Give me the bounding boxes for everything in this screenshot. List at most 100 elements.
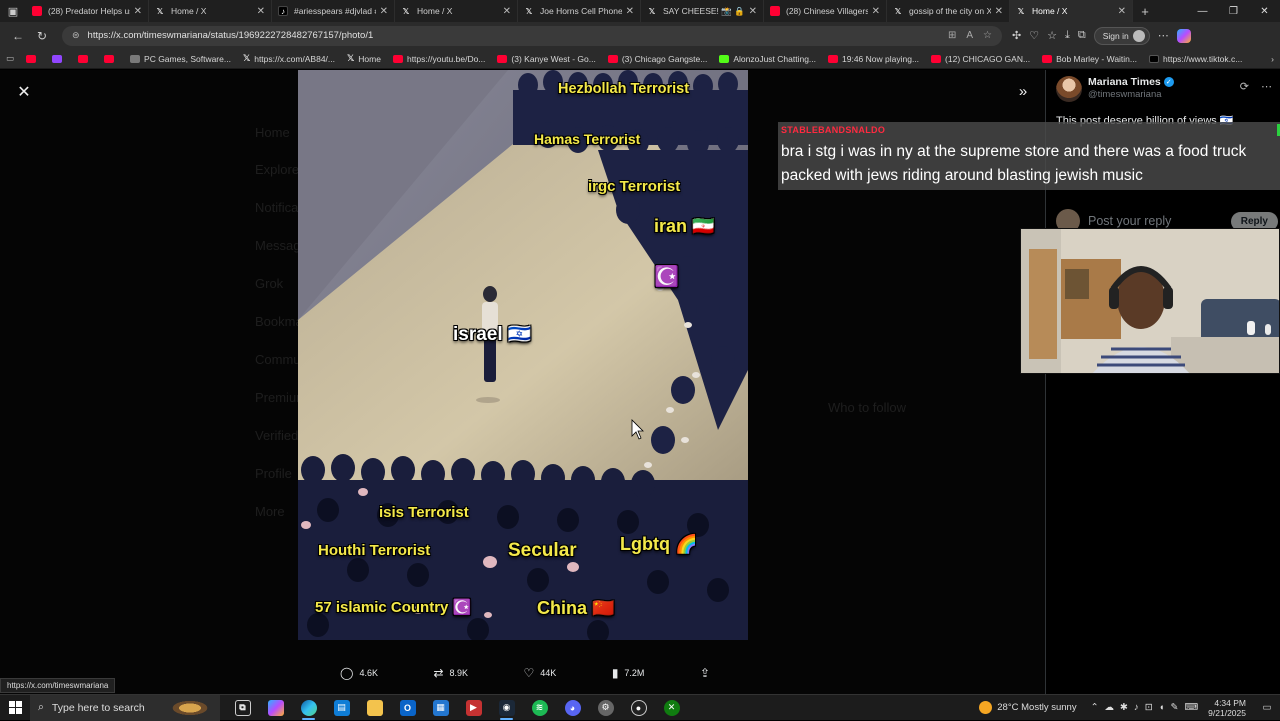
weather-widget[interactable]: 28°C Mostly sunny bbox=[979, 701, 1077, 714]
collections-icon[interactable]: ⧉ bbox=[1078, 29, 1086, 42]
outlook-icon[interactable]: O bbox=[391, 695, 424, 721]
like-button[interactable]: ♡ 44K bbox=[524, 666, 557, 680]
minimize-icon[interactable]: — bbox=[1187, 0, 1218, 22]
browser-tab[interactable]: 𝕏gossip of the city on X ✕ bbox=[887, 0, 1010, 22]
bookmark-item[interactable]: (12) CHICAGO GAN... bbox=[931, 54, 1030, 64]
browser-tab[interactable]: (28) Chinese Villagers ✕ bbox=[764, 0, 887, 22]
language-icon[interactable]: ⌨ bbox=[1184, 702, 1198, 713]
refresh-icon[interactable]: ↻ bbox=[30, 25, 54, 47]
discord-icon[interactable]: ◕ bbox=[556, 695, 589, 721]
volume-icon[interactable]: ◖ bbox=[1159, 702, 1165, 713]
x-icon: 𝕏 bbox=[648, 6, 656, 16]
bookmarks-more-icon[interactable]: › bbox=[1271, 54, 1274, 64]
task-view-icon[interactable]: ⧉ bbox=[226, 695, 259, 721]
spotify-icon[interactable]: ≋ bbox=[523, 695, 556, 721]
post-image[interactable]: Hezbollah Terrorist Hamas Terrorist irgc… bbox=[298, 70, 748, 640]
tab-close-icon[interactable]: ✕ bbox=[1118, 6, 1126, 17]
reply-button[interactable]: ◯ 4.6K bbox=[340, 666, 378, 680]
copilot-taskbar-icon[interactable] bbox=[259, 695, 292, 721]
author-handle[interactable]: @timeswmariana bbox=[1088, 89, 1174, 100]
close-icon[interactable]: ✕ bbox=[14, 82, 34, 102]
bookmark-bar-toggle-icon[interactable]: ▭ bbox=[6, 53, 14, 64]
bookmark-item[interactable]: https://youtu.be/Do... bbox=[392, 54, 485, 64]
pen-icon[interactable]: ✎ bbox=[1170, 702, 1178, 713]
onedrive-icon[interactable]: ☁ bbox=[1105, 702, 1115, 713]
more-options-icon[interactable]: ⋯ bbox=[1261, 80, 1272, 93]
bookmark-item[interactable] bbox=[26, 54, 40, 63]
tab-close-icon[interactable]: ✕ bbox=[134, 6, 142, 17]
bookmark-item[interactable] bbox=[52, 54, 66, 63]
bookmark-item[interactable]: AlonzoJust Chatting... bbox=[719, 54, 816, 64]
back-arrow-icon[interactable]: ← bbox=[6, 25, 30, 47]
tab-actions-menu-icon[interactable]: ▣ bbox=[0, 0, 26, 22]
tab-close-icon[interactable]: ✕ bbox=[872, 6, 880, 17]
bookmark-item[interactable]: (3) Chicago Gangste... bbox=[607, 54, 707, 64]
settings-app-icon[interactable]: ⚙ bbox=[589, 695, 622, 721]
browser-tab[interactable]: (28) Predator Helps us ✕ bbox=[26, 0, 149, 22]
clock[interactable]: 4:34 PM 9/21/2025 bbox=[1208, 698, 1246, 718]
bookmark-item[interactable]: https://www.tiktok.c... bbox=[1149, 54, 1242, 64]
more-menu-icon[interactable]: ⋯ bbox=[1158, 29, 1169, 42]
network-icon[interactable]: ⊡ bbox=[1145, 702, 1153, 713]
site-info-icon[interactable]: ⊜ bbox=[72, 30, 80, 41]
media-app-icon[interactable]: ▶ bbox=[457, 695, 490, 721]
tab-close-icon[interactable]: ✕ bbox=[749, 6, 757, 17]
repost-button[interactable]: ⇄ 8.9K bbox=[433, 666, 468, 680]
restore-icon[interactable]: ❐ bbox=[1218, 0, 1249, 22]
extensions-icon[interactable]: ✣ bbox=[1012, 29, 1021, 42]
bookmark-item[interactable]: 19:46 Now playing... bbox=[828, 54, 919, 64]
obs-icon[interactable]: ● bbox=[622, 695, 655, 721]
sign-in-button[interactable]: Sign in bbox=[1093, 26, 1150, 45]
browser-tab[interactable]: 𝕏 Home / X ✕ bbox=[1010, 0, 1133, 22]
bookmark-item[interactable]: 𝕏https://x.com/AB84/... bbox=[243, 53, 335, 64]
taskbar-search-box[interactable]: ⌕ Type here to search bbox=[30, 694, 220, 721]
url-field[interactable]: ⊜ https://x.com/timeswmariana/status/196… bbox=[62, 25, 1002, 46]
microphone-icon[interactable]: ♪ bbox=[1134, 702, 1139, 713]
tab-close-icon[interactable]: ✕ bbox=[503, 6, 511, 17]
close-window-icon[interactable]: ✕ bbox=[1249, 0, 1280, 22]
browser-tab[interactable]: 𝕏 SAY CHEESE! 📸 🔒 on ✕ bbox=[641, 0, 764, 22]
browser-tab[interactable]: 𝕏 Home / X ✕ bbox=[395, 0, 518, 22]
tab-close-icon[interactable]: ✕ bbox=[380, 6, 388, 17]
browser-tab[interactable]: 𝕏 Joe Horns Cell Phone c ✕ bbox=[518, 0, 641, 22]
edge-browser-icon[interactable] bbox=[292, 695, 325, 721]
bookmark-item[interactable]: (3) Kanye West - Go... bbox=[497, 54, 596, 64]
grok-icon[interactable]: ⟳ bbox=[1240, 80, 1249, 93]
views-button[interactable]: ▮ 7.2M bbox=[612, 666, 645, 680]
bookmark-item[interactable]: PC Games, Software... bbox=[130, 54, 231, 64]
app-available-icon[interactable]: ⊞ bbox=[948, 30, 956, 41]
bookmark-item[interactable]: 𝕏 Home bbox=[347, 53, 381, 64]
tab-title: (28) Chinese Villagers bbox=[786, 6, 868, 16]
browser-essentials-icon[interactable]: ♡ bbox=[1029, 29, 1039, 42]
downloads-icon[interactable]: ⤓ bbox=[1065, 29, 1070, 42]
bookmark-item[interactable] bbox=[104, 54, 118, 63]
author-avatar[interactable] bbox=[1056, 76, 1082, 102]
browser-tab[interactable]: ♪ #ariesspears #djvlad # ✕ bbox=[272, 0, 395, 22]
copilot-icon[interactable] bbox=[1176, 28, 1191, 43]
store-bag-icon[interactable]: ▦ bbox=[424, 695, 457, 721]
tab-close-icon[interactable]: ✕ bbox=[257, 6, 265, 17]
collapse-sidebar-icon[interactable]: » bbox=[1012, 80, 1034, 102]
favorite-star-icon[interactable]: ☆ bbox=[983, 30, 992, 41]
tab-close-icon[interactable]: ✕ bbox=[995, 6, 1003, 17]
reply-input[interactable]: Post your reply bbox=[1088, 214, 1171, 228]
file-explorer-icon[interactable] bbox=[358, 695, 391, 721]
bluetooth-icon[interactable]: ✱ bbox=[1120, 702, 1128, 713]
browser-tab[interactable]: 𝕏 Home / X ✕ bbox=[149, 0, 272, 22]
microsoft-store-icon[interactable]: ▤ bbox=[325, 695, 358, 721]
bookmark-item[interactable] bbox=[78, 54, 92, 63]
author-name[interactable]: Mariana Times bbox=[1088, 76, 1161, 88]
post-author[interactable]: Mariana Times ✓ @timeswmariana bbox=[1056, 76, 1174, 102]
share-button[interactable]: ⇪ bbox=[700, 666, 710, 680]
read-aloud-icon[interactable]: A bbox=[966, 30, 973, 41]
windows-start-icon[interactable] bbox=[0, 695, 30, 721]
notifications-icon[interactable]: ▭ bbox=[1258, 702, 1276, 713]
xbox-icon[interactable]: ✕ bbox=[655, 695, 688, 721]
steam-icon[interactable]: ◉ bbox=[490, 695, 523, 721]
show-hidden-icons-icon[interactable]: ⌃ bbox=[1091, 702, 1099, 713]
favorites-icon[interactable]: ☆ bbox=[1047, 29, 1057, 42]
tab-close-icon[interactable]: ✕ bbox=[626, 6, 634, 17]
window-controls: — ❐ ✕ bbox=[1187, 0, 1280, 22]
new-tab-button[interactable]: + bbox=[1133, 4, 1157, 19]
bookmark-item[interactable]: Bob Marley - Waitin... bbox=[1042, 54, 1137, 64]
